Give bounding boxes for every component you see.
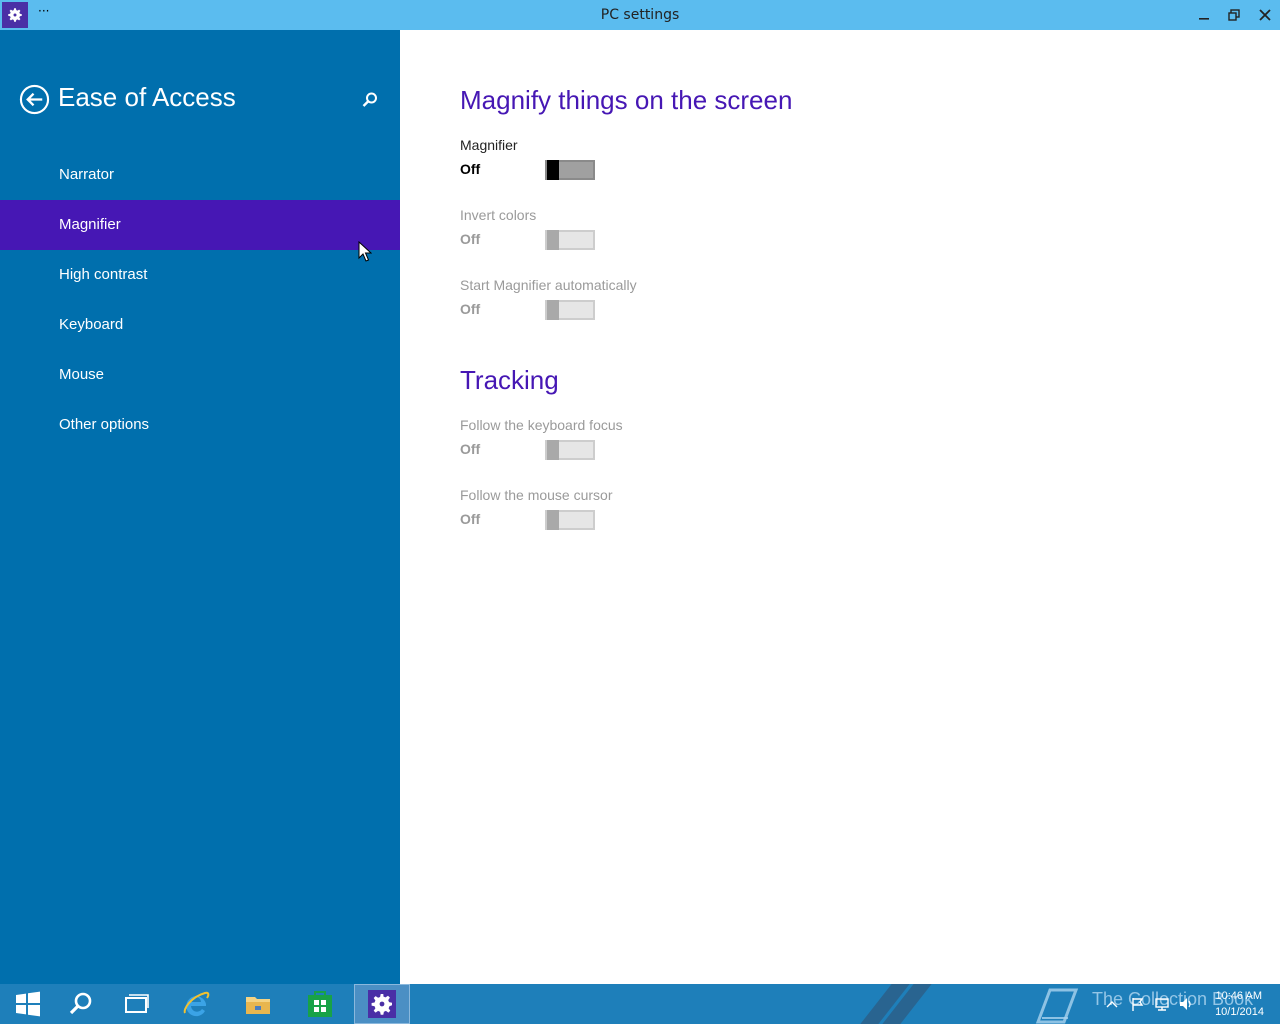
restore-icon <box>1228 9 1240 21</box>
sidebar-item-high-contrast[interactable]: High contrast <box>0 250 400 300</box>
mouse-cursor-state: Off <box>460 511 481 527</box>
start-magnifier-state: Off <box>460 301 481 317</box>
minimize-button[interactable] <box>1188 0 1220 30</box>
clock-time[interactable]: 10:46 AM <box>1216 990 1262 1002</box>
start-magnifier-label: Start Magnifier automatically <box>460 277 637 293</box>
magnifier-label: Magnifier <box>460 137 518 153</box>
minimize-icon <box>1199 18 1209 20</box>
volume-icon[interactable] <box>1178 996 1194 1012</box>
close-button[interactable] <box>1249 0 1280 30</box>
taskbar-search-button[interactable] <box>52 984 108 1024</box>
taskbar: The Collection Book 10:46 AM 10/1/2014 <box>0 984 1280 1024</box>
invert-colors-toggle[interactable] <box>545 230 595 250</box>
show-hidden-icons-icon[interactable] <box>1104 996 1120 1012</box>
search-button[interactable] <box>360 90 380 110</box>
pc-settings-taskbar-button[interactable] <box>354 984 410 1024</box>
toggle-thumb <box>547 160 559 180</box>
sidebar-item-other-options[interactable]: Other options <box>0 400 400 450</box>
task-view-icon <box>125 994 149 1013</box>
file-explorer-button[interactable] <box>230 984 286 1024</box>
task-view-button[interactable] <box>108 984 164 1024</box>
book-watermark-icon <box>1035 988 1079 1024</box>
invert-colors-state: Off <box>460 231 481 247</box>
sidebar-item-magnifier[interactable]: Magnifier <box>0 200 400 250</box>
search-icon <box>362 92 377 107</box>
restore-button[interactable] <box>1218 0 1250 30</box>
toggle-thumb <box>547 510 559 530</box>
network-icon[interactable] <box>1154 996 1170 1012</box>
toggle-thumb <box>547 300 559 320</box>
sidebar-item-mouse[interactable]: Mouse <box>0 350 400 400</box>
sidebar-title: Ease of Access <box>58 82 236 112</box>
sidebar: Ease of Access Narrator Magnifier High c… <box>0 30 400 984</box>
mouse-cursor-label: Follow the mouse cursor <box>460 487 613 503</box>
store-button[interactable] <box>292 984 348 1024</box>
section-title-magnify: Magnify things on the screen <box>460 85 793 115</box>
internet-explorer-button[interactable] <box>168 984 224 1024</box>
file-explorer-icon <box>246 997 270 1014</box>
start-magnifier-toggle[interactable] <box>545 300 595 320</box>
keyboard-focus-toggle[interactable] <box>545 440 595 460</box>
mouse-cursor-toggle[interactable] <box>545 510 595 530</box>
mouse-pointer-icon <box>358 241 372 262</box>
clock-date[interactable]: 10/1/2014 <box>1215 1006 1264 1018</box>
sidebar-item-keyboard[interactable]: Keyboard <box>0 300 400 350</box>
settings-content: Magnify things on the screen Magnifier O… <box>400 30 1280 984</box>
toggle-thumb <box>547 230 559 250</box>
store-icon <box>308 991 332 1017</box>
back-button[interactable] <box>19 84 50 115</box>
magnifier-toggle[interactable] <box>545 160 595 180</box>
flag-icon[interactable] <box>1130 996 1146 1012</box>
section-title-tracking: Tracking <box>460 365 559 395</box>
back-arrow-icon <box>19 84 50 115</box>
window-title: PC settings <box>600 7 680 23</box>
keyboard-focus-state: Off <box>460 441 481 457</box>
windows-start-icon <box>16 991 40 1017</box>
internet-explorer-icon <box>183 991 210 1017</box>
keyboard-focus-label: Follow the keyboard focus <box>460 417 623 433</box>
toggle-thumb <box>547 440 559 460</box>
pc-settings-icon <box>368 990 396 1018</box>
title-bar: ··· PC settings <box>0 0 1280 30</box>
close-icon <box>1259 9 1271 21</box>
magnifier-state: Off <box>460 161 481 177</box>
search-icon <box>69 992 92 1015</box>
invert-colors-label: Invert colors <box>460 207 537 223</box>
sidebar-item-narrator[interactable]: Narrator <box>0 150 400 200</box>
start-button[interactable] <box>0 984 56 1024</box>
